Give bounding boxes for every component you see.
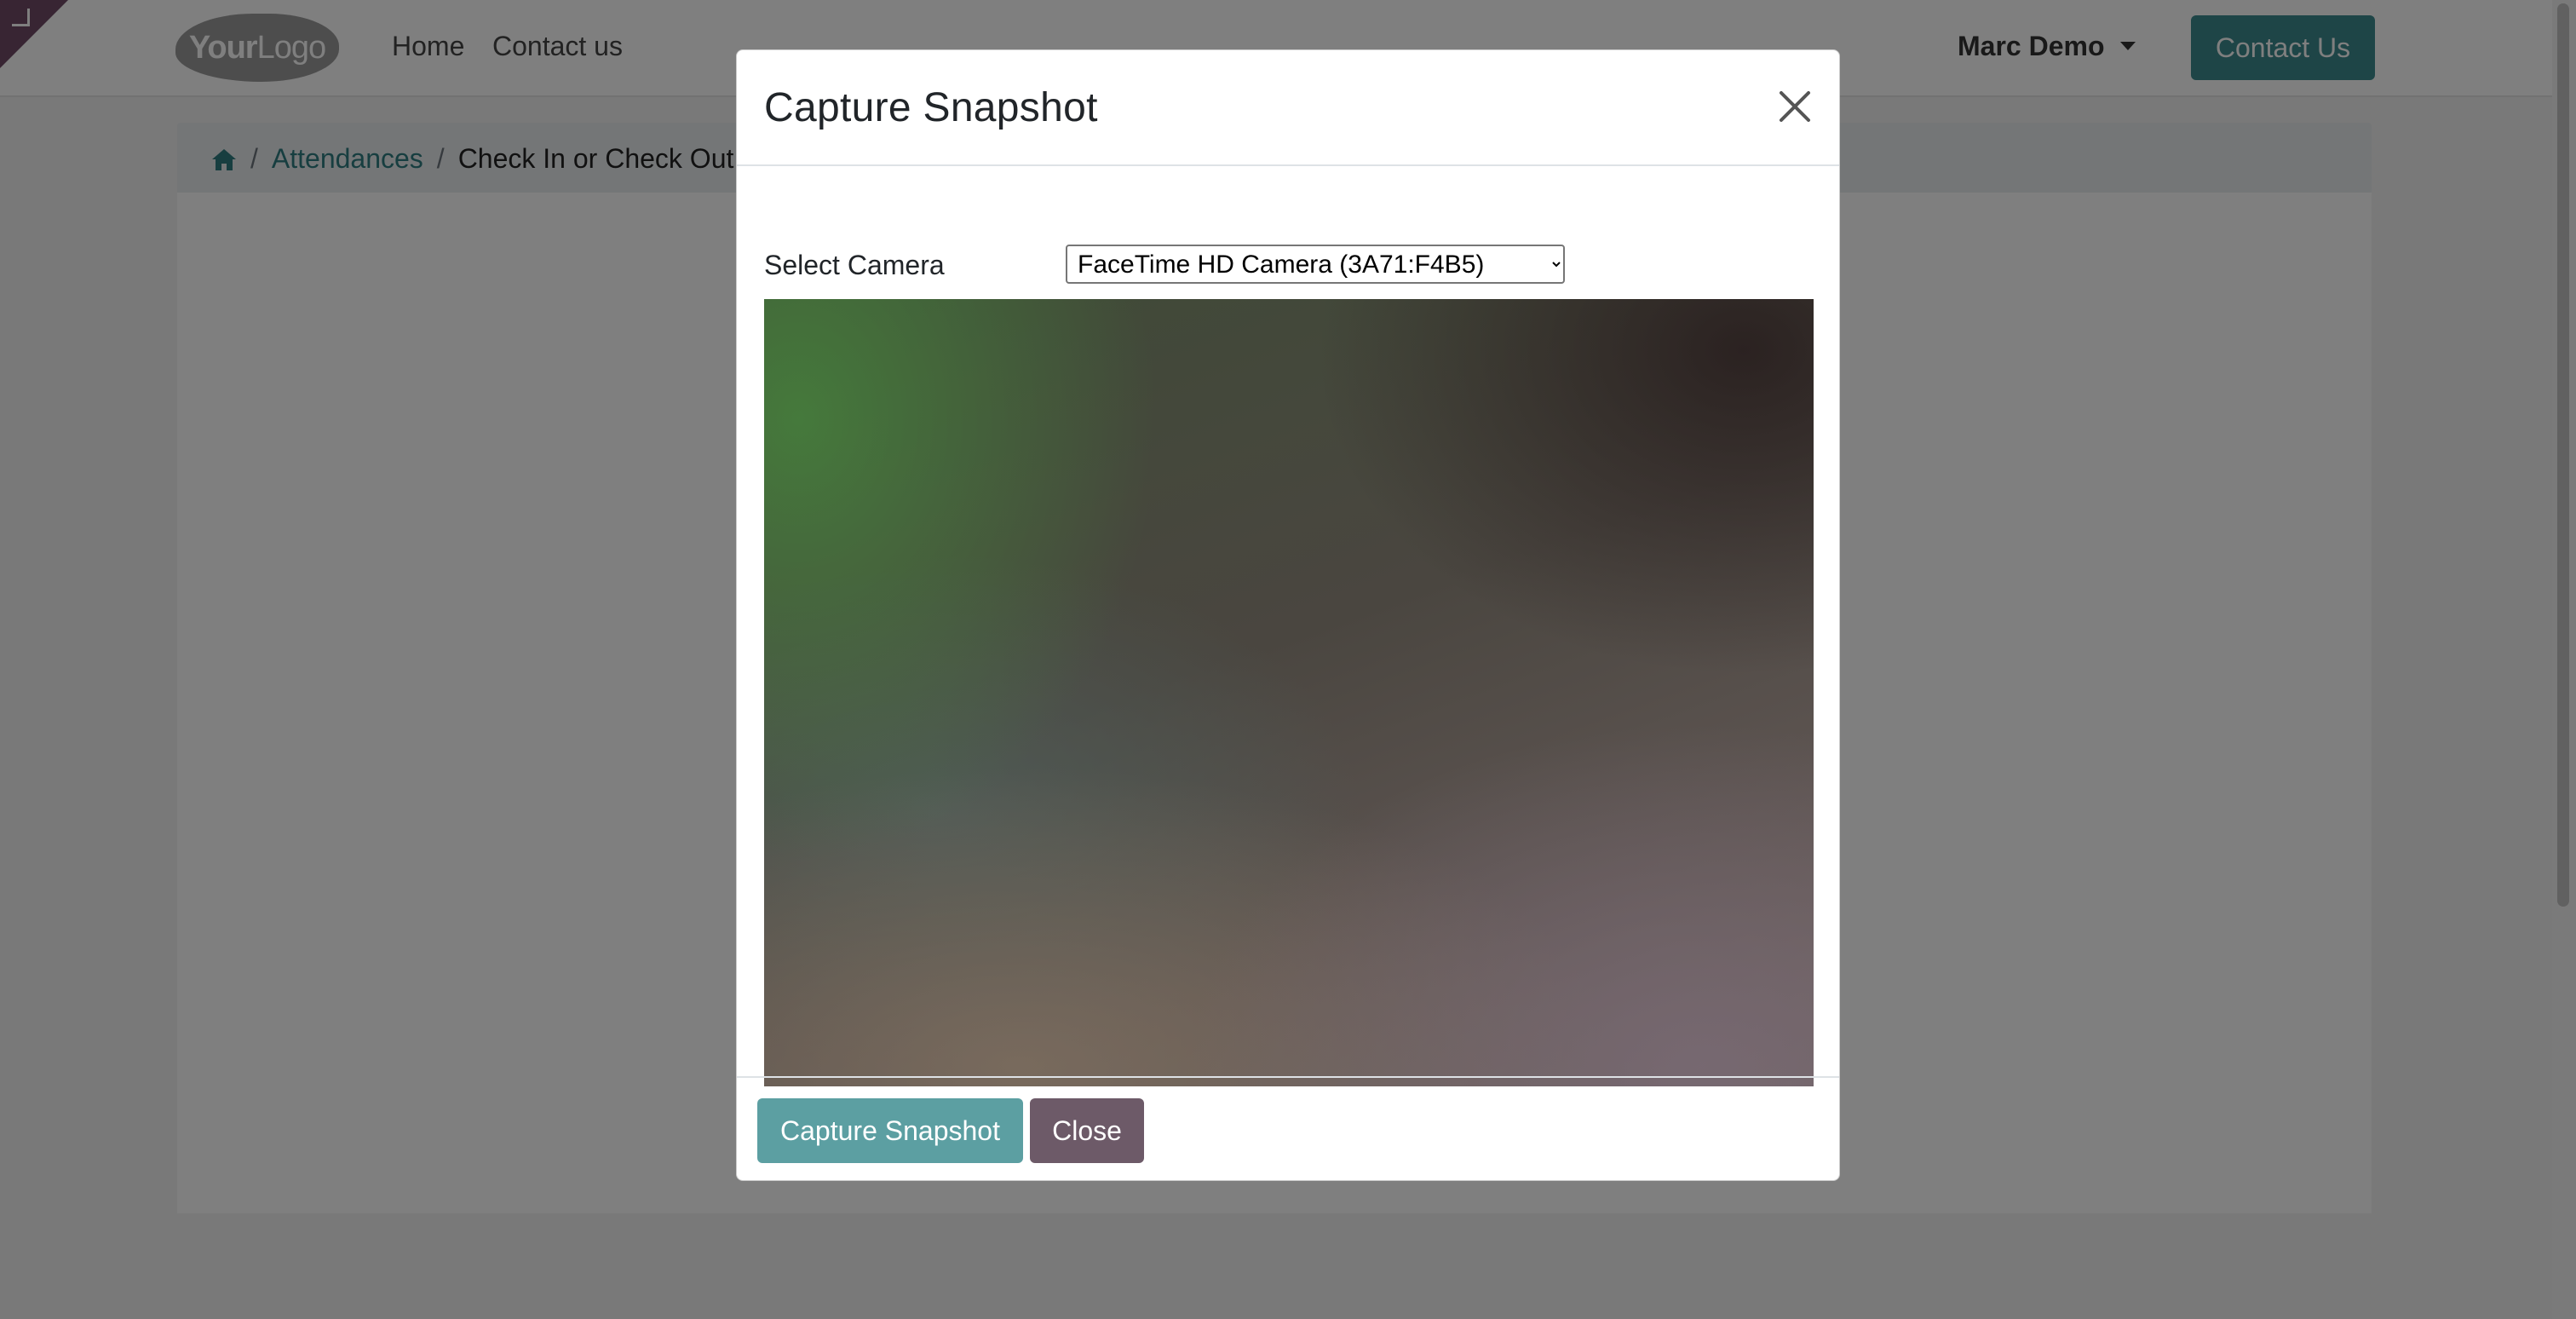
capture-snapshot-button[interactable]: Capture Snapshot <box>757 1098 1023 1163</box>
capture-snapshot-dialog: Capture Snapshot Select Camera FaceTime … <box>736 49 1840 1181</box>
dialog-footer: Capture Snapshot Close <box>737 1076 1839 1182</box>
camera-select[interactable]: FaceTime HD Camera (3A71:F4B5) <box>1066 245 1565 284</box>
camera-select-label: Select Camera <box>764 250 945 280</box>
dialog-title: Capture Snapshot <box>764 85 1098 130</box>
close-button[interactable]: Close <box>1030 1098 1144 1163</box>
camera-preview <box>764 299 1814 1086</box>
dialog-header: Capture Snapshot <box>737 50 1839 166</box>
close-icon[interactable] <box>1774 86 1815 127</box>
